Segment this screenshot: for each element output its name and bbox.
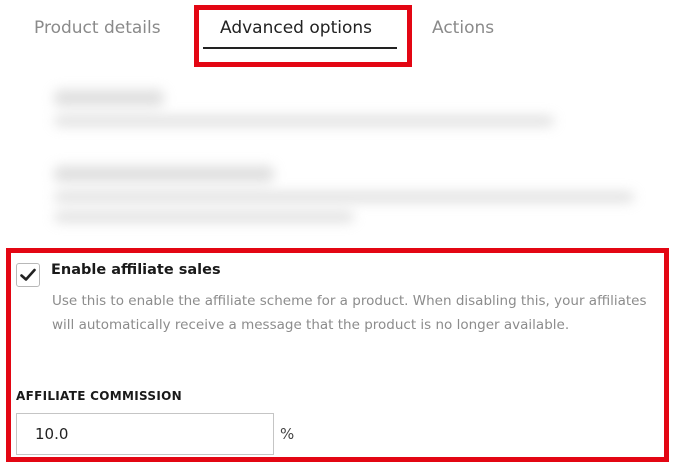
affiliate-commission-label: AFFILIATE COMMISSION: [16, 389, 182, 403]
tab-bar: Product details Advanced options Actions: [0, 0, 677, 70]
checkmark-icon: [20, 268, 36, 281]
active-tab-underline: [203, 47, 397, 49]
enable-affiliate-label[interactable]: Enable affiliate sales: [51, 262, 221, 278]
product-settings-page: Product details Advanced options Actions…: [0, 0, 677, 470]
tab-product-details[interactable]: Product details: [34, 18, 161, 38]
affiliate-commission-input[interactable]: [16, 413, 274, 455]
tab-advanced-options[interactable]: Advanced options: [220, 18, 372, 38]
blurred-settings-region: [14, 72, 664, 242]
affiliate-help-text: Use this to enable the affiliate scheme …: [52, 293, 647, 333]
enable-affiliate-checkbox[interactable]: [16, 263, 40, 287]
percent-suffix: %: [280, 425, 295, 443]
tab-actions[interactable]: Actions: [432, 18, 494, 38]
